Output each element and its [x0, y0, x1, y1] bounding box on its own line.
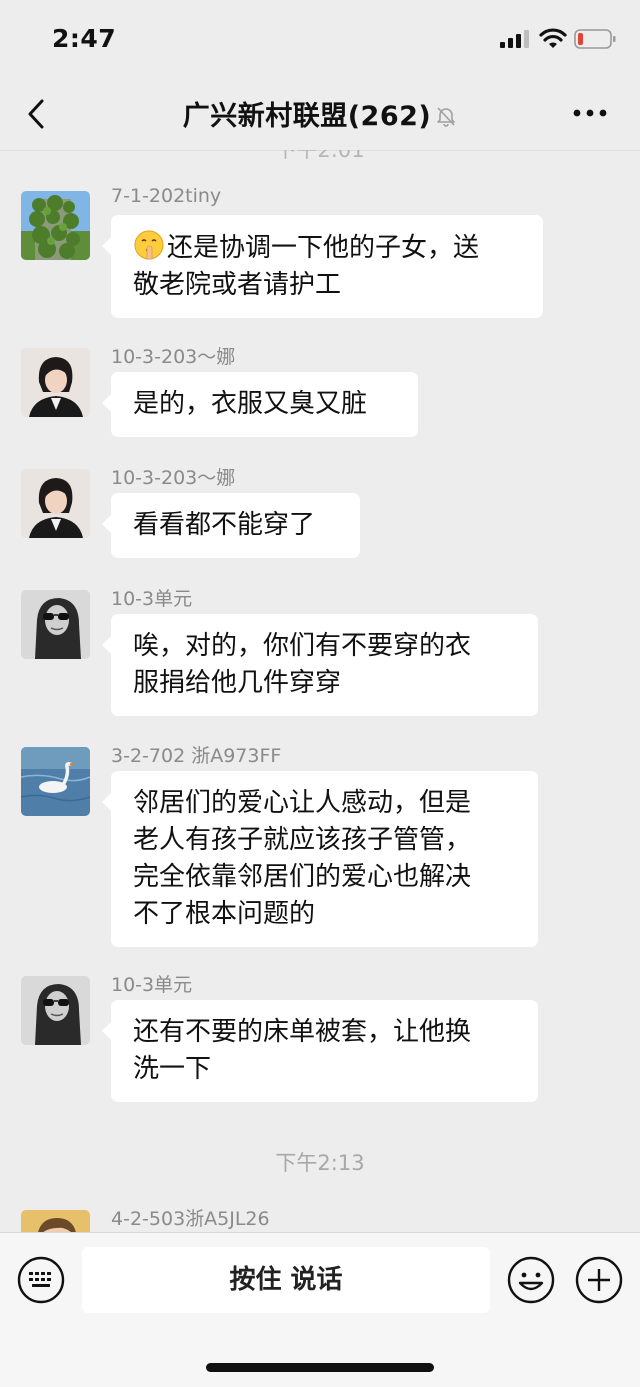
shushing-face-emoji-icon: [134, 230, 164, 260]
input-bar: 按住 说话: [0, 1232, 640, 1387]
message-line: 还有不要的床单被套，让他换: [133, 1017, 472, 1047]
message-line: 唉，对的，你们有不要穿的衣: [133, 631, 472, 661]
message-line: 邻居们的爱心让人感动，但是: [133, 788, 472, 818]
sender-name: 4-2-503浙A5JL26: [111, 1208, 270, 1230]
message-bubble[interactable]: 还是协调一下他的子女，送 敬老院或者请护工: [102, 215, 543, 318]
message-line: 洗一下: [133, 1054, 212, 1084]
wifi-icon: [539, 28, 567, 48]
smiley-icon[interactable]: [506, 1255, 556, 1305]
sender-name: 10-3-203～娜: [111, 346, 236, 368]
message-line: 看看都不能穿了: [133, 510, 316, 540]
message-bubble[interactable]: 看看都不能穿了: [102, 493, 360, 558]
sender-name: 10-3单元: [111, 974, 193, 996]
more-options-icon[interactable]: [570, 106, 610, 120]
sender-name: 10-3-203～娜: [111, 467, 236, 489]
message-bubble[interactable]: 唉，对的，你们有不要穿的衣 服捐给他几件穿穿: [102, 614, 538, 716]
message-list[interactable]: 下午2:01 7-1-202tiny 还是协调一下他的子女，送 敬老院或者请护工…: [0, 150, 640, 1232]
time-divider-partial: 下午2:01: [275, 150, 365, 162]
message-line: 不了根本问题的: [133, 899, 316, 929]
group-title: 广兴新村联盟(262): [0, 94, 640, 133]
message-line: 是的，衣服又臭又脏: [133, 389, 368, 419]
avatar-woman-sunglasses[interactable]: [21, 590, 90, 659]
sender-name: 7-1-202tiny: [111, 185, 222, 207]
avatar-woman-sunglasses[interactable]: [21, 976, 90, 1045]
hold-to-talk-button[interactable]: 按住 说话: [82, 1247, 490, 1313]
status-bar: 2:47: [0, 0, 640, 80]
cellular-signal-icon: [500, 30, 529, 48]
avatar-woman[interactable]: [21, 469, 90, 538]
avatar-swan[interactable]: [21, 747, 90, 816]
message-line: 服捐给他几件穿穿: [133, 668, 342, 698]
sender-name: 3-2-702 浙A973FF: [111, 745, 282, 767]
time-divider: 下午2:13: [275, 1151, 365, 1175]
avatar-child[interactable]: [21, 1210, 90, 1232]
message-bubble[interactable]: 邻居们的爱心让人感动，但是 老人有孩子就应该孩子管管， 完全依靠邻居们的爱心也解…: [102, 771, 538, 947]
battery-low-icon: [574, 29, 616, 49]
message-line: 敬老院或者请护工: [133, 270, 342, 300]
mute-bell-icon: [437, 107, 456, 127]
keyboard-icon[interactable]: [16, 1255, 66, 1305]
message-bubble[interactable]: 是的，衣服又臭又脏: [102, 372, 418, 437]
message-line: 老人有孩子就应该孩子管管，: [133, 825, 472, 855]
chat-header: 广兴新村联盟(262): [0, 80, 640, 151]
status-time: 2:47: [52, 24, 117, 53]
home-indicator: [206, 1363, 434, 1372]
avatar-building[interactable]: [21, 191, 90, 260]
group-title-text: 广兴新村联盟(262): [182, 101, 432, 132]
message-line: 完全依靠邻居们的爱心也解决: [133, 862, 472, 892]
plus-icon[interactable]: [574, 1255, 624, 1305]
message-line: 还是协调一下他的子女，送: [133, 229, 521, 267]
message-bubble[interactable]: 还有不要的床单被套，让他换 洗一下: [102, 1000, 538, 1102]
sender-name: 10-3单元: [111, 588, 193, 610]
avatar-woman[interactable]: [21, 348, 90, 417]
